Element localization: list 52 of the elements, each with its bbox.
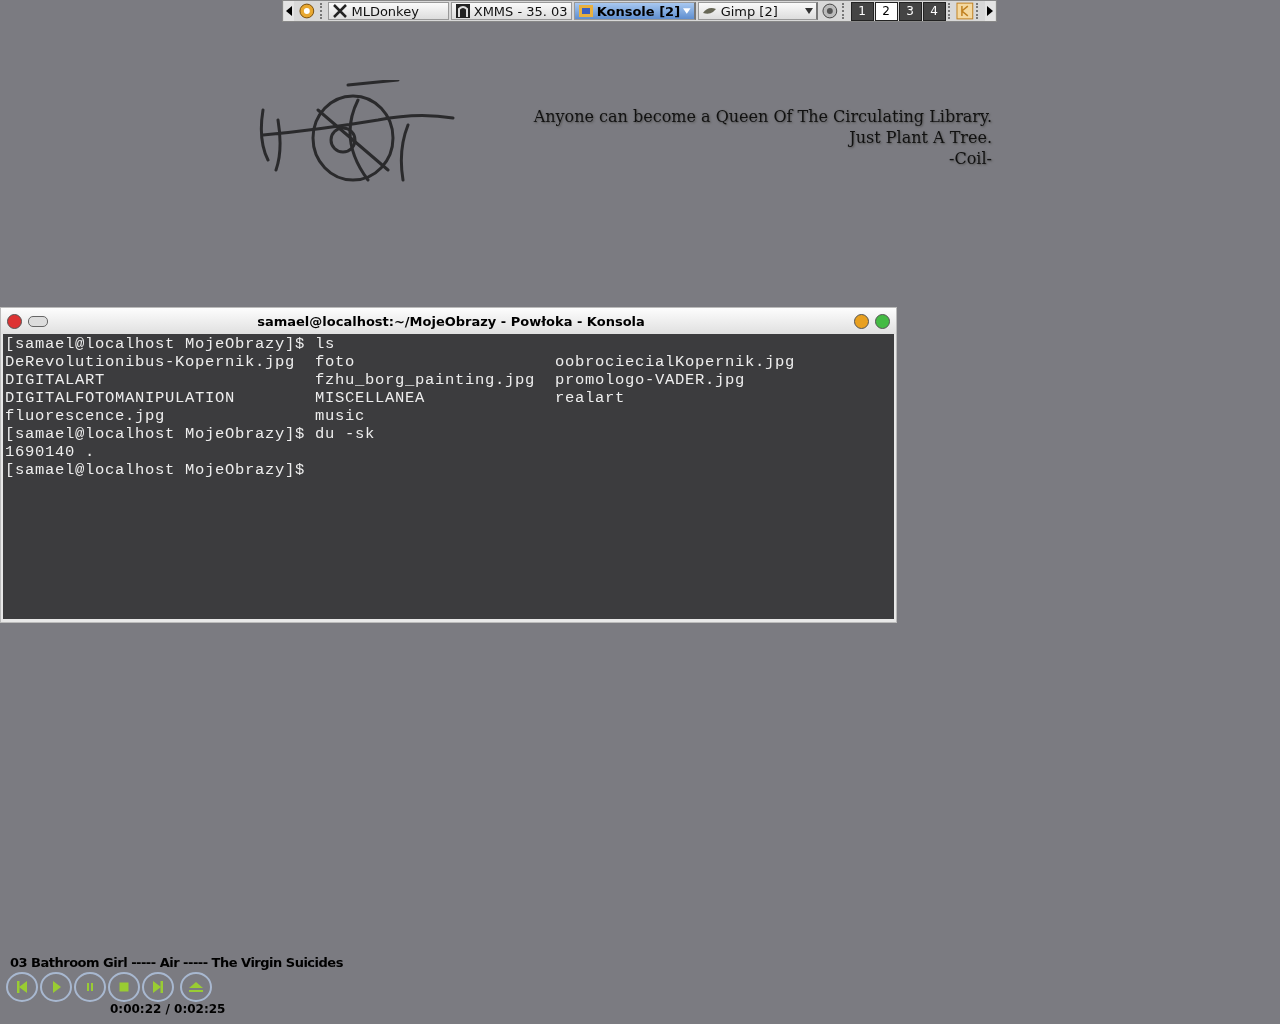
window-title: samael@localhost:~/MojeObrazy - Powłoka - Konsola	[256, 313, 646, 329]
terminal-line: 1690140 .	[5, 443, 96, 461]
file-name: oobrociecialKopernik.jpg	[555, 353, 796, 371]
next-icon	[150, 979, 166, 995]
terminal-line: [samael@localhost MojeObrazy]$ ls	[5, 335, 337, 353]
task-button[interactable]: MLDonkey	[328, 2, 449, 20]
pause-button[interactable]	[74, 972, 106, 1002]
previous-icon	[14, 979, 30, 995]
eject-icon	[188, 979, 204, 995]
file-name: fzhu_borg_painting.jpg	[315, 371, 537, 389]
task-button[interactable]: Konsole [2]	[573, 2, 696, 20]
desktop-button[interactable]: 2	[874, 1, 898, 21]
task-button[interactable]: Gimp [2]	[697, 2, 818, 20]
shell-icon	[577, 3, 594, 19]
app-icon	[454, 3, 471, 19]
file-name: MISCELLANEA	[315, 389, 427, 407]
eject-button[interactable]	[180, 972, 212, 1002]
close-button[interactable]	[7, 313, 22, 329]
right-arrow-icon	[987, 6, 994, 16]
file-name: fluorescence.jpg	[5, 407, 167, 425]
menu-button[interactable]	[28, 315, 48, 327]
dropdown-arrow-icon	[683, 8, 691, 14]
task-button[interactable]: XMMS - 35. 03	[450, 2, 572, 20]
left-arrow-icon	[285, 6, 292, 16]
maximize-button[interactable]	[875, 313, 890, 329]
file-name: promologo-VADER.jpg	[555, 371, 746, 389]
x-icon	[332, 3, 349, 19]
play-button[interactable]	[40, 972, 72, 1002]
file-name: DIGITALFOTOMANIPULATION	[5, 389, 237, 407]
terminal-line: [samael@localhost MojeObrazy]$ du -sk	[5, 425, 377, 443]
scroll-left-button[interactable]	[284, 1, 294, 21]
time-display: 0:00:22 / 0:02:25	[110, 1002, 226, 1016]
file-name: music	[315, 407, 366, 425]
quote-line: -Coil-	[948, 148, 992, 169]
quote-line: Just Plant A Tree.	[847, 127, 992, 148]
file-name: DIGITALART	[5, 371, 106, 389]
desktop-button[interactable]: 3	[898, 1, 922, 21]
file-name: DeRevolutionibus-Kopernik.jpg	[5, 353, 297, 371]
file-name: realart	[555, 389, 625, 407]
stop-button[interactable]	[108, 972, 140, 1002]
previous-button[interactable]	[6, 972, 38, 1002]
desktop-button[interactable]: 4	[922, 1, 946, 21]
track-title: 03 Bathroom Girl ----- Air ----- The Virgin Suicides	[10, 955, 343, 970]
terminal-line: [samael@localhost MojeObrazy]$	[5, 461, 307, 479]
scroll-right-button[interactable]	[985, 1, 995, 21]
k-icon[interactable]	[956, 2, 975, 20]
dropdown-arrow-icon	[804, 8, 813, 14]
file-name: foto	[315, 353, 356, 371]
quote-line: Anyone can become a Queen Of The Circulating Library.	[533, 106, 992, 127]
desktop-button[interactable]: 1	[850, 1, 874, 21]
next-button[interactable]	[142, 972, 174, 1002]
minimize-button[interactable]	[854, 313, 869, 329]
